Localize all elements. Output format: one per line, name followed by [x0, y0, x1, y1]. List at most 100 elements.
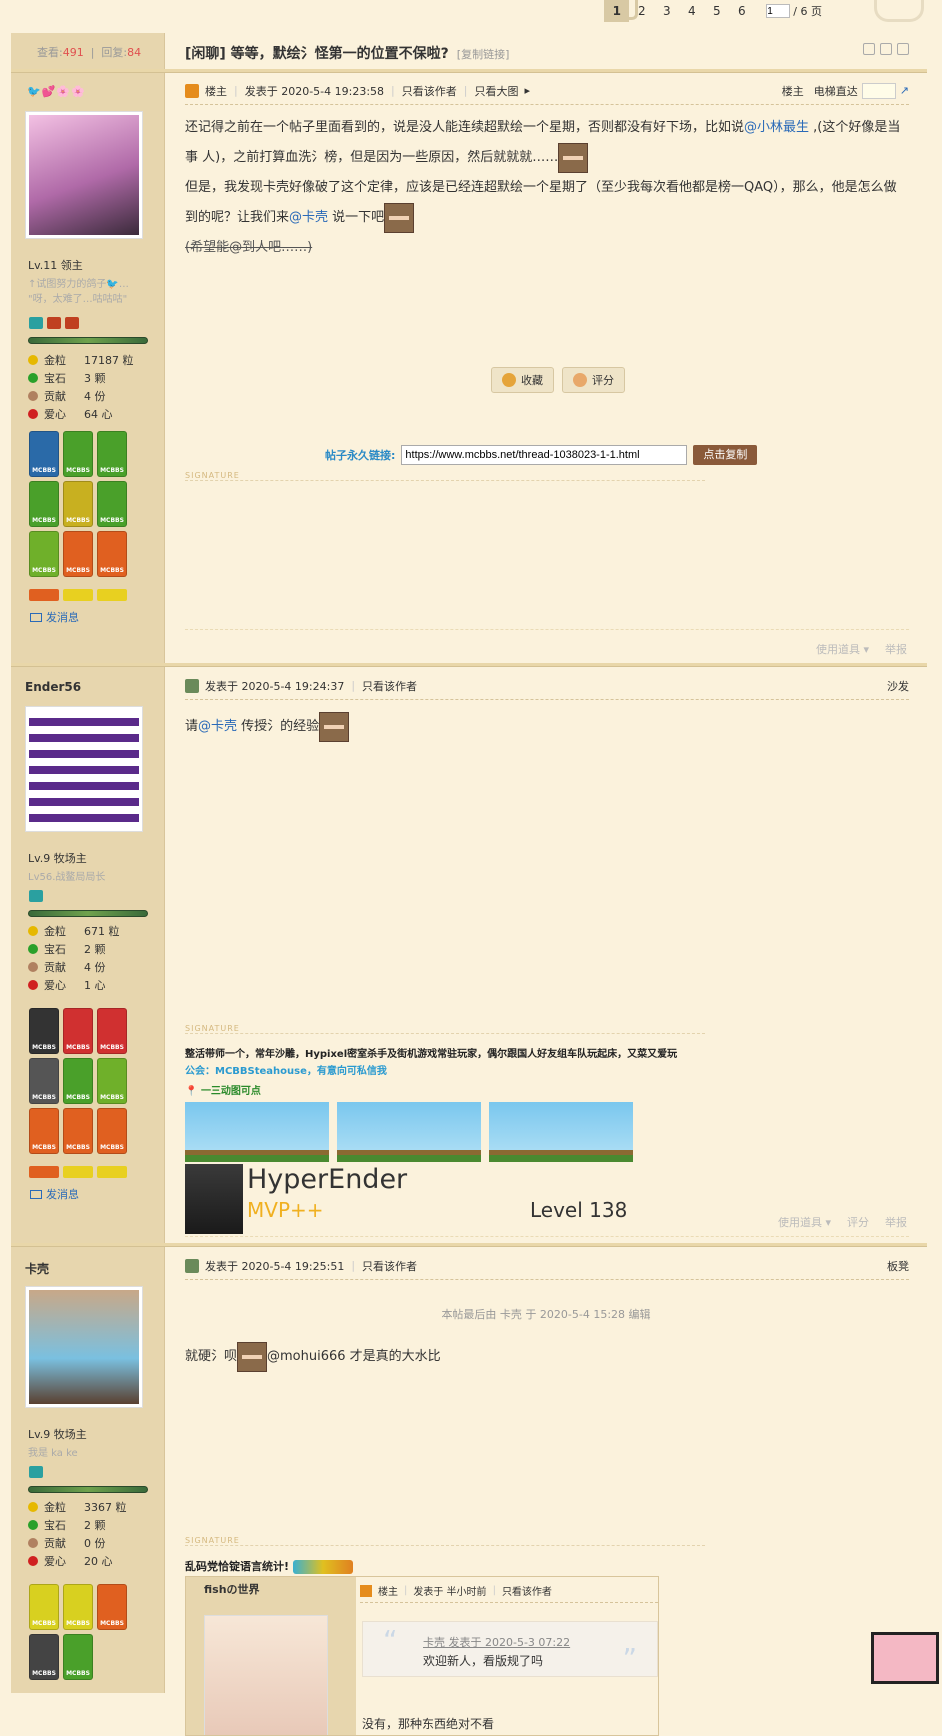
medal[interactable]: MCBBS	[29, 1108, 59, 1154]
custom-title: ↑试图努力的鸽子🐦… "呀，太难了…咕咕咕"	[28, 279, 129, 305]
custom-title: 我是 ka ke	[28, 1448, 78, 1459]
custom-title: Lv56.战鳌局局长	[28, 872, 106, 883]
thumb-icon	[573, 373, 587, 387]
mention-link[interactable]: @小林最生	[744, 120, 809, 135]
medal[interactable]: MCBBS	[63, 531, 93, 577]
medal[interactable]: MCBBS	[97, 531, 127, 577]
credits: 金粒 671 粒 宝石 2 颗 贡献 4 份 爱心 1 心	[28, 922, 148, 994]
medal[interactable]: MCBBS	[97, 431, 127, 477]
signature-text: 乱码党恰锭语言统计!	[185, 1558, 353, 1575]
author-name-emoji[interactable]: 🐦💕🌸🌸	[27, 85, 86, 98]
medal[interactable]: MCBBS	[63, 431, 93, 477]
medal[interactable]: MCBBS	[29, 431, 59, 477]
only-author-link[interactable]: 只看该作者	[362, 1258, 417, 1274]
page-5[interactable]: 5	[704, 0, 729, 22]
page-6[interactable]: 6	[729, 0, 754, 22]
signature-text: 整活带师一个，常年沙雕，Hypixel密室杀手及街机游戏常驻玩家，偶尔跟国人好友…	[185, 1049, 678, 1097]
medal[interactable]: MCBBS	[63, 1584, 93, 1630]
player-skin	[185, 1164, 243, 1234]
pagination: 1 2 3 4 5 6 / 6 页	[604, 0, 822, 22]
rate-button[interactable]: 评分	[562, 367, 625, 393]
medal-row-partial	[29, 589, 127, 601]
hypixel-stats-card: HyperEnder MVP++ Level 138	[185, 1164, 745, 1234]
prev-thread-icon[interactable]	[880, 43, 892, 55]
signature-divider: SIGNATURE	[185, 1536, 705, 1546]
level-progress-bar	[28, 910, 148, 917]
medal[interactable]: MCBBS	[97, 1584, 127, 1630]
medal[interactable]: MCBBS	[29, 1058, 59, 1104]
send-message-link[interactable]: 发消息	[30, 1186, 79, 1202]
medal[interactable]: MCBBS	[97, 481, 127, 527]
user-badge-icon	[185, 678, 199, 693]
page-3[interactable]: 3	[654, 0, 679, 22]
medal[interactable]: MCBBS	[29, 1634, 59, 1680]
medal[interactable]: MCBBS	[29, 1584, 59, 1630]
floor-number: 楼主	[781, 84, 804, 98]
post-time: 发表于 2020-5-4 19:24:37	[205, 679, 345, 693]
medal[interactable]: MCBBS	[29, 1008, 59, 1054]
credits: 金粒 3367 粒 宝石 2 颗 贡献 0 份 爱心 20 心	[28, 1498, 148, 1570]
medal[interactable]: MCBBS	[29, 531, 59, 577]
copy-link[interactable]: [复制链接]	[457, 48, 510, 61]
send-message-link[interactable]: 发消息	[30, 609, 79, 625]
medal[interactable]: MCBBS	[63, 1634, 93, 1680]
use-item-link[interactable]: 使用道具 ▾	[816, 641, 869, 657]
floating-mascot-button[interactable]	[871, 1632, 939, 1684]
avatar[interactable]	[25, 111, 143, 239]
animated-image[interactable]	[337, 1102, 481, 1162]
only-author-link[interactable]: 只看该作者	[402, 83, 457, 99]
floor-number: 沙发	[887, 679, 909, 693]
animated-image[interactable]	[185, 1102, 329, 1162]
author-name[interactable]: Ender56	[25, 680, 81, 694]
medal[interactable]: MCBBS	[29, 481, 59, 527]
favorite-button[interactable]: 收藏	[491, 367, 554, 393]
page-jump-input[interactable]	[766, 4, 791, 18]
medal-grid: MCBBS MCBBS MCBBS MCBBS MCBBS	[29, 1584, 127, 1680]
jump-icon[interactable]: ↗	[900, 84, 909, 97]
post-footer: 使用道具 ▾ 举报	[816, 641, 907, 657]
page-1[interactable]: 1	[604, 0, 630, 22]
next-thread-icon[interactable]	[897, 43, 909, 55]
thread-layout: 查看:491 | 回复:84 [闲聊] 等等，默绘氵怪第一的位置不保啦? [复制链…	[11, 33, 927, 1736]
medal[interactable]: MCBBS	[63, 1058, 93, 1104]
post-divider	[11, 663, 927, 667]
medal[interactable]: MCBBS	[63, 1108, 93, 1154]
mention-link[interactable]: @卡壳	[198, 719, 237, 734]
medal[interactable]: MCBBS	[63, 481, 93, 527]
signature-gifs	[185, 1102, 633, 1162]
avatar[interactable]	[25, 706, 143, 832]
pin-icon: 📍	[185, 1086, 198, 1097]
floor-number: 板凳	[887, 1259, 909, 1273]
permalink-input[interactable]	[401, 445, 688, 465]
floor-jump-input[interactable]	[861, 82, 896, 99]
report-link[interactable]: 举报	[885, 1214, 907, 1230]
medal[interactable]: MCBBS	[97, 1108, 127, 1154]
level-progress-bar	[28, 337, 148, 344]
avatar	[204, 1615, 328, 1735]
medal-grid: MCBBS MCBBS MCBBS MCBBS MCBBS MCBBS MCBB…	[29, 1008, 127, 1154]
use-item-link[interactable]: 使用道具 ▾	[778, 1214, 831, 1230]
user-level: Lv.9 牧场主	[28, 1428, 87, 1441]
post-header: 楼主 | 发表于 2020-5-4 19:23:58 | 只看该作者 | 只看大图 ▸…	[185, 77, 909, 105]
signature-divider: SIGNATURE	[185, 471, 705, 481]
print-icon[interactable]	[863, 43, 875, 55]
medal[interactable]: MCBBS	[63, 1008, 93, 1054]
thread-tools	[863, 43, 909, 55]
next-page-decoration[interactable]	[874, 0, 924, 22]
author-name[interactable]: 卡壳	[25, 1260, 49, 1277]
avatar[interactable]	[25, 1286, 143, 1408]
page-2[interactable]: 2	[629, 0, 654, 22]
medal[interactable]: MCBBS	[97, 1008, 127, 1054]
big-image-link[interactable]: 只看大图	[474, 83, 518, 99]
user-level: Lv.11 领主	[28, 259, 83, 272]
mention-link[interactable]: @卡壳	[289, 210, 328, 225]
medal[interactable]: MCBBS	[97, 1058, 127, 1104]
copy-link-button[interactable]: 点击复制	[693, 445, 758, 465]
only-author-link[interactable]: 只看该作者	[362, 678, 417, 694]
animated-image[interactable]	[489, 1102, 633, 1162]
page-4[interactable]: 4	[679, 0, 704, 22]
post-body: 还记得之前在一个帖子里面看到的，说是没人能连续超默绘一个星期，否则都没有好下场，…	[185, 120, 901, 255]
report-link[interactable]: 举报	[885, 641, 907, 657]
mail-icon	[30, 612, 42, 622]
rate-link[interactable]: 评分	[847, 1214, 869, 1230]
